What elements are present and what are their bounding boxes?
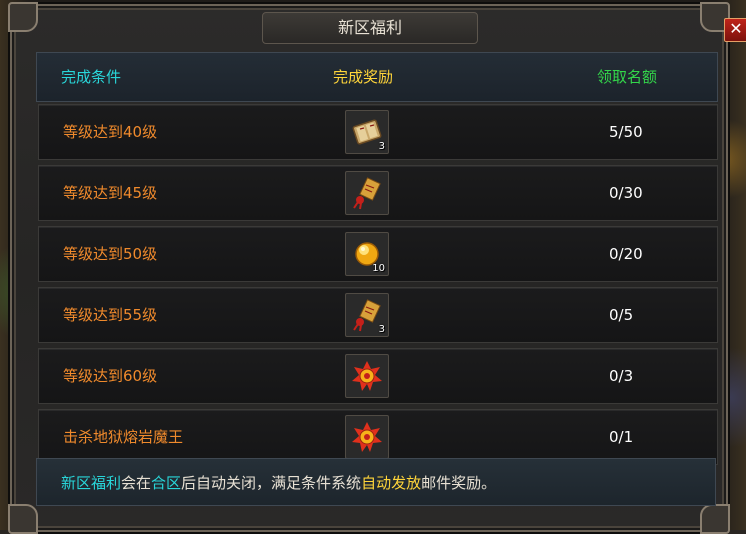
new-server-welfare-panel: 新区福利 完成条件 完成奖励 领取名额 等级达到40级 3 5/50 等级达到4… (8, 2, 730, 534)
header-reward: 完成奖励 (333, 68, 394, 86)
row-condition: 等级达到60级 (63, 367, 158, 385)
row-quota: 5/50 (609, 123, 643, 141)
reward-slot[interactable] (345, 354, 389, 398)
row-condition: 等级达到45级 (63, 184, 158, 202)
window-title: 新区福利 (262, 12, 478, 44)
table-row: 击杀地狱熔岩魔王 0/1 (38, 409, 718, 465)
row-quota: 0/1 (609, 428, 634, 446)
red-emblem-icon (352, 422, 382, 452)
reward-list: 等级达到40级 3 5/50 等级达到45级 0/30 等级达到50级 10 0… (38, 104, 718, 470)
notice-highlight: 自动发放 (361, 474, 422, 492)
row-condition: 等级达到50级 (63, 245, 158, 263)
scroll-charm-icon (353, 177, 381, 210)
table-row: 等级达到60级 0/3 (38, 348, 718, 404)
notice-text: 会在 (121, 474, 152, 492)
table-row: 等级达到45级 0/30 (38, 165, 718, 221)
notice-text: 邮件奖励。 (421, 474, 497, 492)
reward-slot[interactable]: 3 (345, 293, 389, 337)
row-quota: 0/30 (609, 184, 643, 202)
reward-count: 10 (372, 263, 385, 274)
reward-slot[interactable] (345, 415, 389, 459)
row-condition: 等级达到55级 (63, 306, 158, 324)
table-row: 等级达到40级 3 5/50 (38, 104, 718, 160)
reward-slot[interactable]: 10 (345, 232, 389, 276)
reward-count: 3 (378, 324, 385, 335)
header-quota: 领取名额 (597, 68, 658, 86)
row-condition: 击杀地狱熔岩魔王 (63, 428, 184, 446)
row-quota: 0/20 (609, 245, 643, 263)
table-row: 等级达到50级 10 0/20 (38, 226, 718, 282)
header-condition: 完成条件 (61, 68, 122, 86)
frame-corner (8, 2, 38, 32)
reward-slot[interactable] (345, 171, 389, 215)
welfare-notice: 新区福利会在合区后自动关闭，满足条件系统自动发放邮件奖励。 (36, 458, 716, 506)
table-header: 完成条件 完成奖励 领取名额 (36, 52, 718, 102)
reward-count: 3 (378, 141, 385, 152)
notice-text: 后自动关闭，满足条件系统 (181, 474, 362, 492)
reward-slot[interactable]: 3 (345, 110, 389, 154)
red-emblem-icon (352, 361, 382, 391)
notice-highlight: 合区 (151, 474, 182, 492)
table-row: 等级达到55级 3 0/5 (38, 287, 718, 343)
notice-highlight: 新区福利 (61, 474, 122, 492)
row-quota: 0/5 (609, 306, 634, 324)
row-condition: 等级达到40级 (63, 123, 158, 141)
close-button[interactable]: ✕ (724, 18, 746, 42)
row-quota: 0/3 (609, 367, 634, 385)
